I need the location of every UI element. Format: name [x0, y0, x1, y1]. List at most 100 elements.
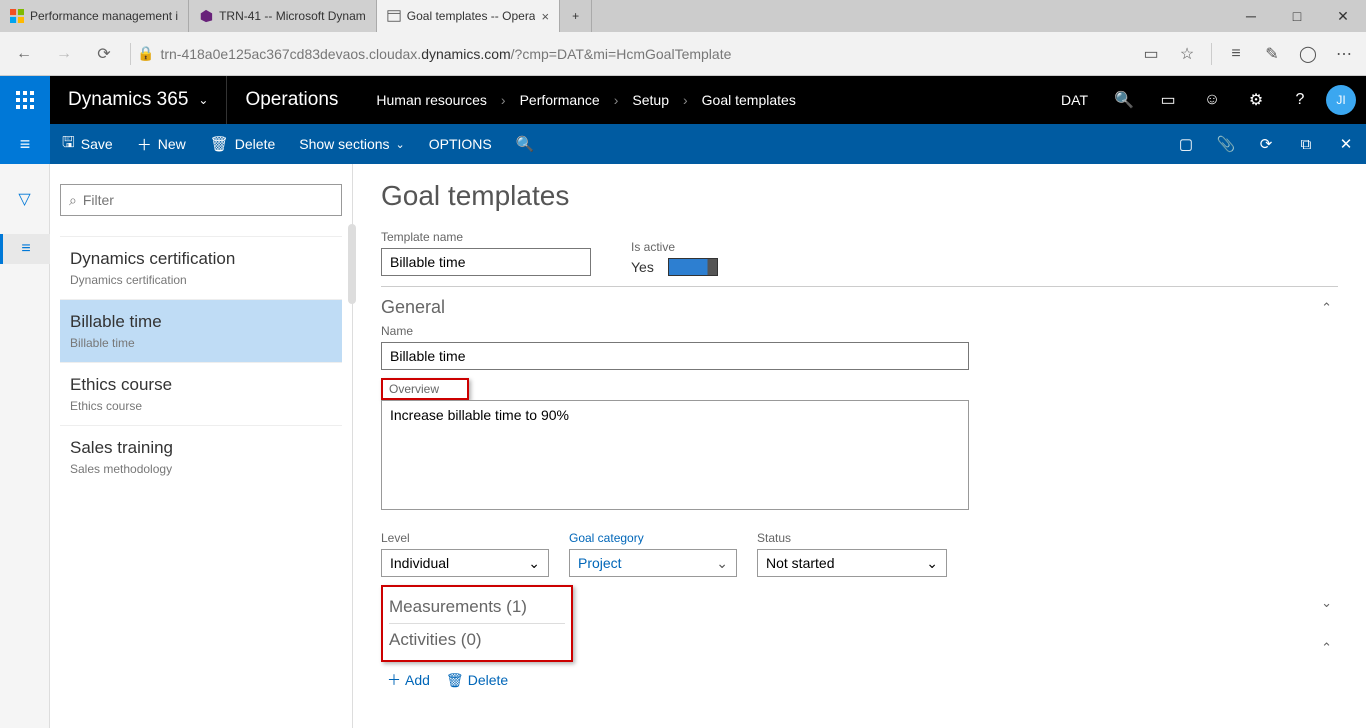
breadcrumb-item[interactable]: Goal templates: [702, 92, 796, 108]
lock-icon: 🔒: [137, 45, 154, 62]
browser-tab-label: TRN-41 -- Microsoft Dynam: [219, 9, 366, 23]
company-picker[interactable]: DAT: [1047, 92, 1102, 108]
browser-tab-label: Performance management i: [30, 9, 178, 23]
chevron-down-icon: ⌄: [926, 555, 938, 572]
main-region: ▽ ≡ ⌕ Dynamics certification Dynamics ce…: [0, 164, 1366, 728]
new-button[interactable]: ＋New: [125, 124, 198, 164]
content-region: Goal templates Template name Is active Y…: [353, 164, 1366, 728]
avatar[interactable]: JI: [1326, 85, 1356, 115]
page-title: Goal templates: [381, 180, 1338, 212]
filter-input-wrapper[interactable]: ⌕: [60, 184, 342, 216]
product-name: Operations: [227, 76, 356, 124]
list-item[interactable]: Dynamics certification Dynamics certific…: [60, 236, 342, 299]
save-button[interactable]: 🖫Save: [50, 124, 125, 164]
chevron-up-icon: ⌃: [1321, 300, 1338, 316]
chevron-down-icon: ⌄: [198, 93, 208, 107]
minimize-button[interactable]: ─: [1228, 0, 1274, 32]
refresh-icon[interactable]: ⟳: [1246, 124, 1286, 164]
level-select[interactable]: Individual ⌄: [381, 549, 549, 577]
reading-view-icon[interactable]: ▭: [1133, 36, 1169, 72]
separator: [130, 43, 131, 65]
action-bar: ≡ 🖫Save ＋New 🗑Delete Show sections⌄ OPTI…: [0, 124, 1366, 164]
office-icon[interactable]: ▢: [1166, 124, 1206, 164]
browser-tab-1[interactable]: TRN-41 -- Microsoft Dynam: [189, 0, 377, 32]
delete-button[interactable]: 🗑Delete: [198, 124, 288, 164]
address-bar: ← → ⟳ 🔒 trn-418a0e125ac367cd83devaos.clo…: [0, 32, 1366, 76]
maximize-button[interactable]: □: [1274, 0, 1320, 32]
breadcrumb-item[interactable]: Setup: [632, 92, 669, 108]
close-icon[interactable]: ✕: [1326, 124, 1366, 164]
new-tab-button[interactable]: +: [560, 0, 592, 32]
browser-tab-strip: Performance management i TRN-41 -- Micro…: [0, 0, 1366, 32]
list-item[interactable]: Sales training Sales methodology: [60, 425, 342, 488]
chevron-down-icon: ⌄: [716, 555, 728, 572]
chevron-down-icon[interactable]: ⌄: [1321, 595, 1338, 611]
plus-icon: ＋: [137, 134, 152, 155]
nav-toggle-button[interactable]: ≡: [0, 124, 50, 164]
brand-menu[interactable]: Dynamics 365 ⌄: [50, 76, 227, 124]
breadcrumb-item[interactable]: Performance: [520, 92, 600, 108]
level-label: Level: [381, 531, 549, 545]
list-panel: ⌕ Dynamics certification Dynamics certif…: [50, 164, 353, 728]
notes-icon[interactable]: ✎: [1254, 36, 1290, 72]
more-icon[interactable]: ⋯: [1326, 36, 1362, 72]
is-active-toggle[interactable]: [668, 258, 718, 276]
sub-actions: ＋Add 🗑Delete: [381, 662, 1338, 690]
sections-group: Measurements (1) Activities (0): [381, 585, 573, 662]
browser-tab-label: Goal templates -- Opera: [407, 9, 536, 23]
vsts-icon: [199, 9, 213, 23]
search-action[interactable]: 🔍: [504, 124, 547, 164]
back-button[interactable]: ←: [4, 34, 44, 74]
popout-icon[interactable]: ⧉: [1286, 124, 1326, 164]
list-item[interactable]: Billable time Billable time: [60, 299, 342, 362]
windows-icon: [10, 9, 24, 23]
hub-icon[interactable]: ≡: [1218, 36, 1254, 72]
attach-icon[interactable]: 📎: [1206, 124, 1246, 164]
waffle-icon: [16, 91, 34, 109]
feedback-icon[interactable]: ☺: [1190, 76, 1234, 124]
browser-tab-2[interactable]: Goal templates -- Opera ×: [377, 0, 560, 32]
goal-category-select[interactable]: Project ⌄: [569, 549, 737, 577]
search-icon[interactable]: 🔍: [1102, 76, 1146, 124]
list-icon[interactable]: ≡: [0, 234, 50, 264]
show-sections-button[interactable]: Show sections⌄: [287, 124, 417, 164]
chevron-up-icon[interactable]: ⌃: [1321, 640, 1338, 662]
template-name-input[interactable]: [381, 248, 591, 276]
refresh-button[interactable]: ⟳: [84, 34, 124, 74]
close-icon[interactable]: ×: [541, 9, 549, 24]
favorite-icon[interactable]: ☆: [1169, 36, 1205, 72]
name-label: Name: [381, 324, 1338, 338]
filter-input[interactable]: [83, 192, 333, 208]
status-label: Status: [757, 531, 947, 545]
forward-button[interactable]: →: [44, 34, 84, 74]
search-icon: 🔍: [516, 135, 535, 153]
breadcrumb-item[interactable]: Human resources: [376, 92, 487, 108]
messages-icon[interactable]: ▭: [1146, 76, 1190, 124]
plus-icon: ＋: [387, 670, 401, 690]
left-rail: ▽ ≡: [0, 164, 50, 728]
close-window-button[interactable]: ✕: [1320, 0, 1366, 32]
share-icon[interactable]: ◯: [1290, 36, 1326, 72]
chevron-down-icon: ⌄: [396, 138, 405, 151]
options-button[interactable]: OPTIONS: [417, 124, 504, 164]
name-input[interactable]: [381, 342, 969, 370]
filter-icon[interactable]: ▽: [10, 184, 40, 214]
goal-category-label[interactable]: Goal category: [569, 531, 737, 545]
gear-icon[interactable]: ⚙: [1234, 76, 1278, 124]
template-name-label: Template name: [381, 230, 591, 244]
url-display[interactable]: trn-418a0e125ac367cd83devaos.cloudax.dyn…: [160, 46, 1133, 62]
browser-tab-0[interactable]: Performance management i: [0, 0, 189, 32]
save-icon: 🖫: [62, 132, 75, 157]
delete-sub-button[interactable]: 🗑Delete: [446, 670, 508, 690]
help-icon[interactable]: ?: [1278, 76, 1322, 124]
app-launcher-button[interactable]: [0, 76, 50, 124]
status-select[interactable]: Not started ⌄: [757, 549, 947, 577]
general-section-header[interactable]: General ⌃: [381, 286, 1338, 324]
overview-label: Overview: [381, 378, 469, 400]
chevron-down-icon: ⌄: [528, 555, 540, 572]
activities-section-header[interactable]: Activities (0): [389, 623, 565, 656]
list-item[interactable]: Ethics course Ethics course: [60, 362, 342, 425]
measurements-section-header[interactable]: Measurements (1): [389, 591, 565, 623]
overview-textarea[interactable]: [381, 400, 969, 510]
add-button[interactable]: ＋Add: [387, 670, 430, 690]
